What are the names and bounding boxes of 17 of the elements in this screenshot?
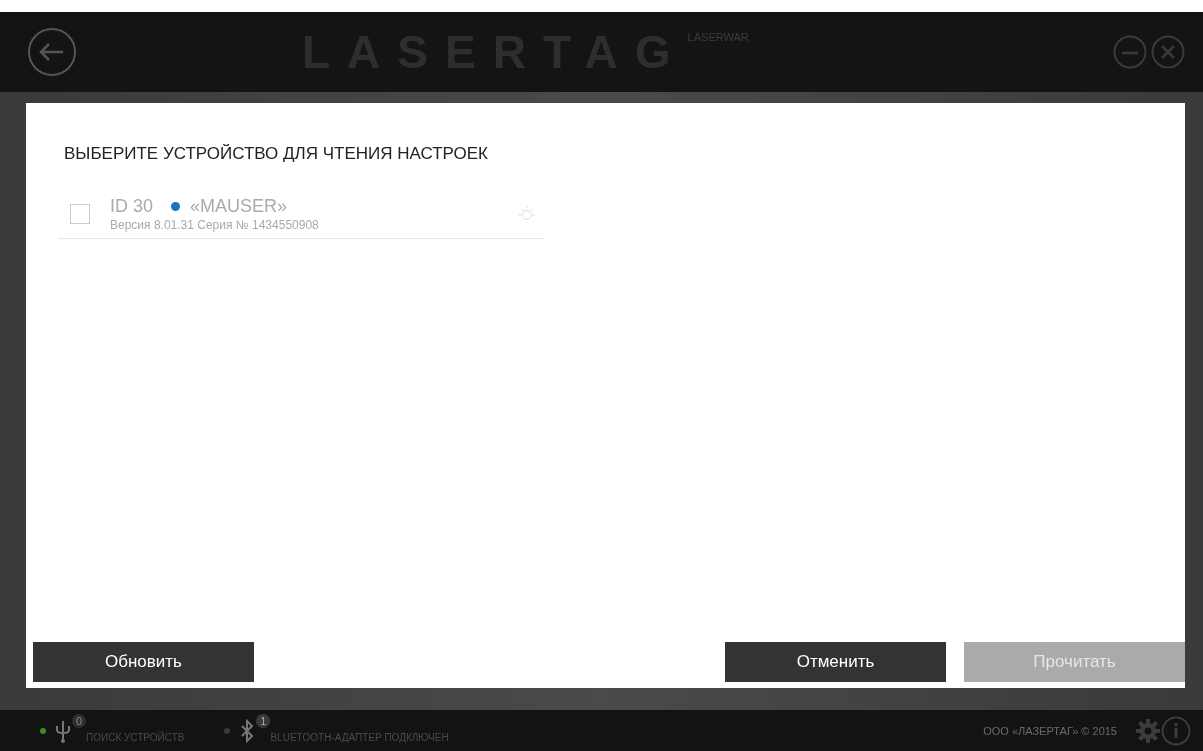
minimize-button[interactable] bbox=[1113, 35, 1147, 69]
info-icon[interactable] bbox=[1161, 715, 1191, 746]
close-button[interactable] bbox=[1151, 35, 1185, 69]
device-id: ID 30 bbox=[110, 196, 154, 217]
count-badge: 1 bbox=[256, 714, 271, 728]
dialog-title: ВЫБЕРИТЕ УСТРОЙСТВО ДЛЯ ЧТЕНИЯ НАСТРОЕК bbox=[64, 144, 489, 164]
copyright-text: ООО «ЛАЗЕРТАГ» © 2015 bbox=[983, 724, 1117, 737]
settings-icon[interactable] bbox=[1135, 717, 1161, 744]
sun-icon[interactable] bbox=[517, 204, 537, 224]
action-button[interactable]: Отменить bbox=[725, 642, 946, 682]
device-details: Версия 8.01.31 Серия № 1434550908 bbox=[110, 218, 320, 232]
back-button[interactable] bbox=[27, 27, 77, 77]
checkbox[interactable] bbox=[70, 204, 90, 224]
device-name: «MAUSER» bbox=[190, 196, 288, 217]
count-badge: 0 bbox=[72, 714, 86, 728]
usb-icon bbox=[54, 718, 72, 743]
action-button[interactable]: Обновить bbox=[33, 642, 254, 682]
